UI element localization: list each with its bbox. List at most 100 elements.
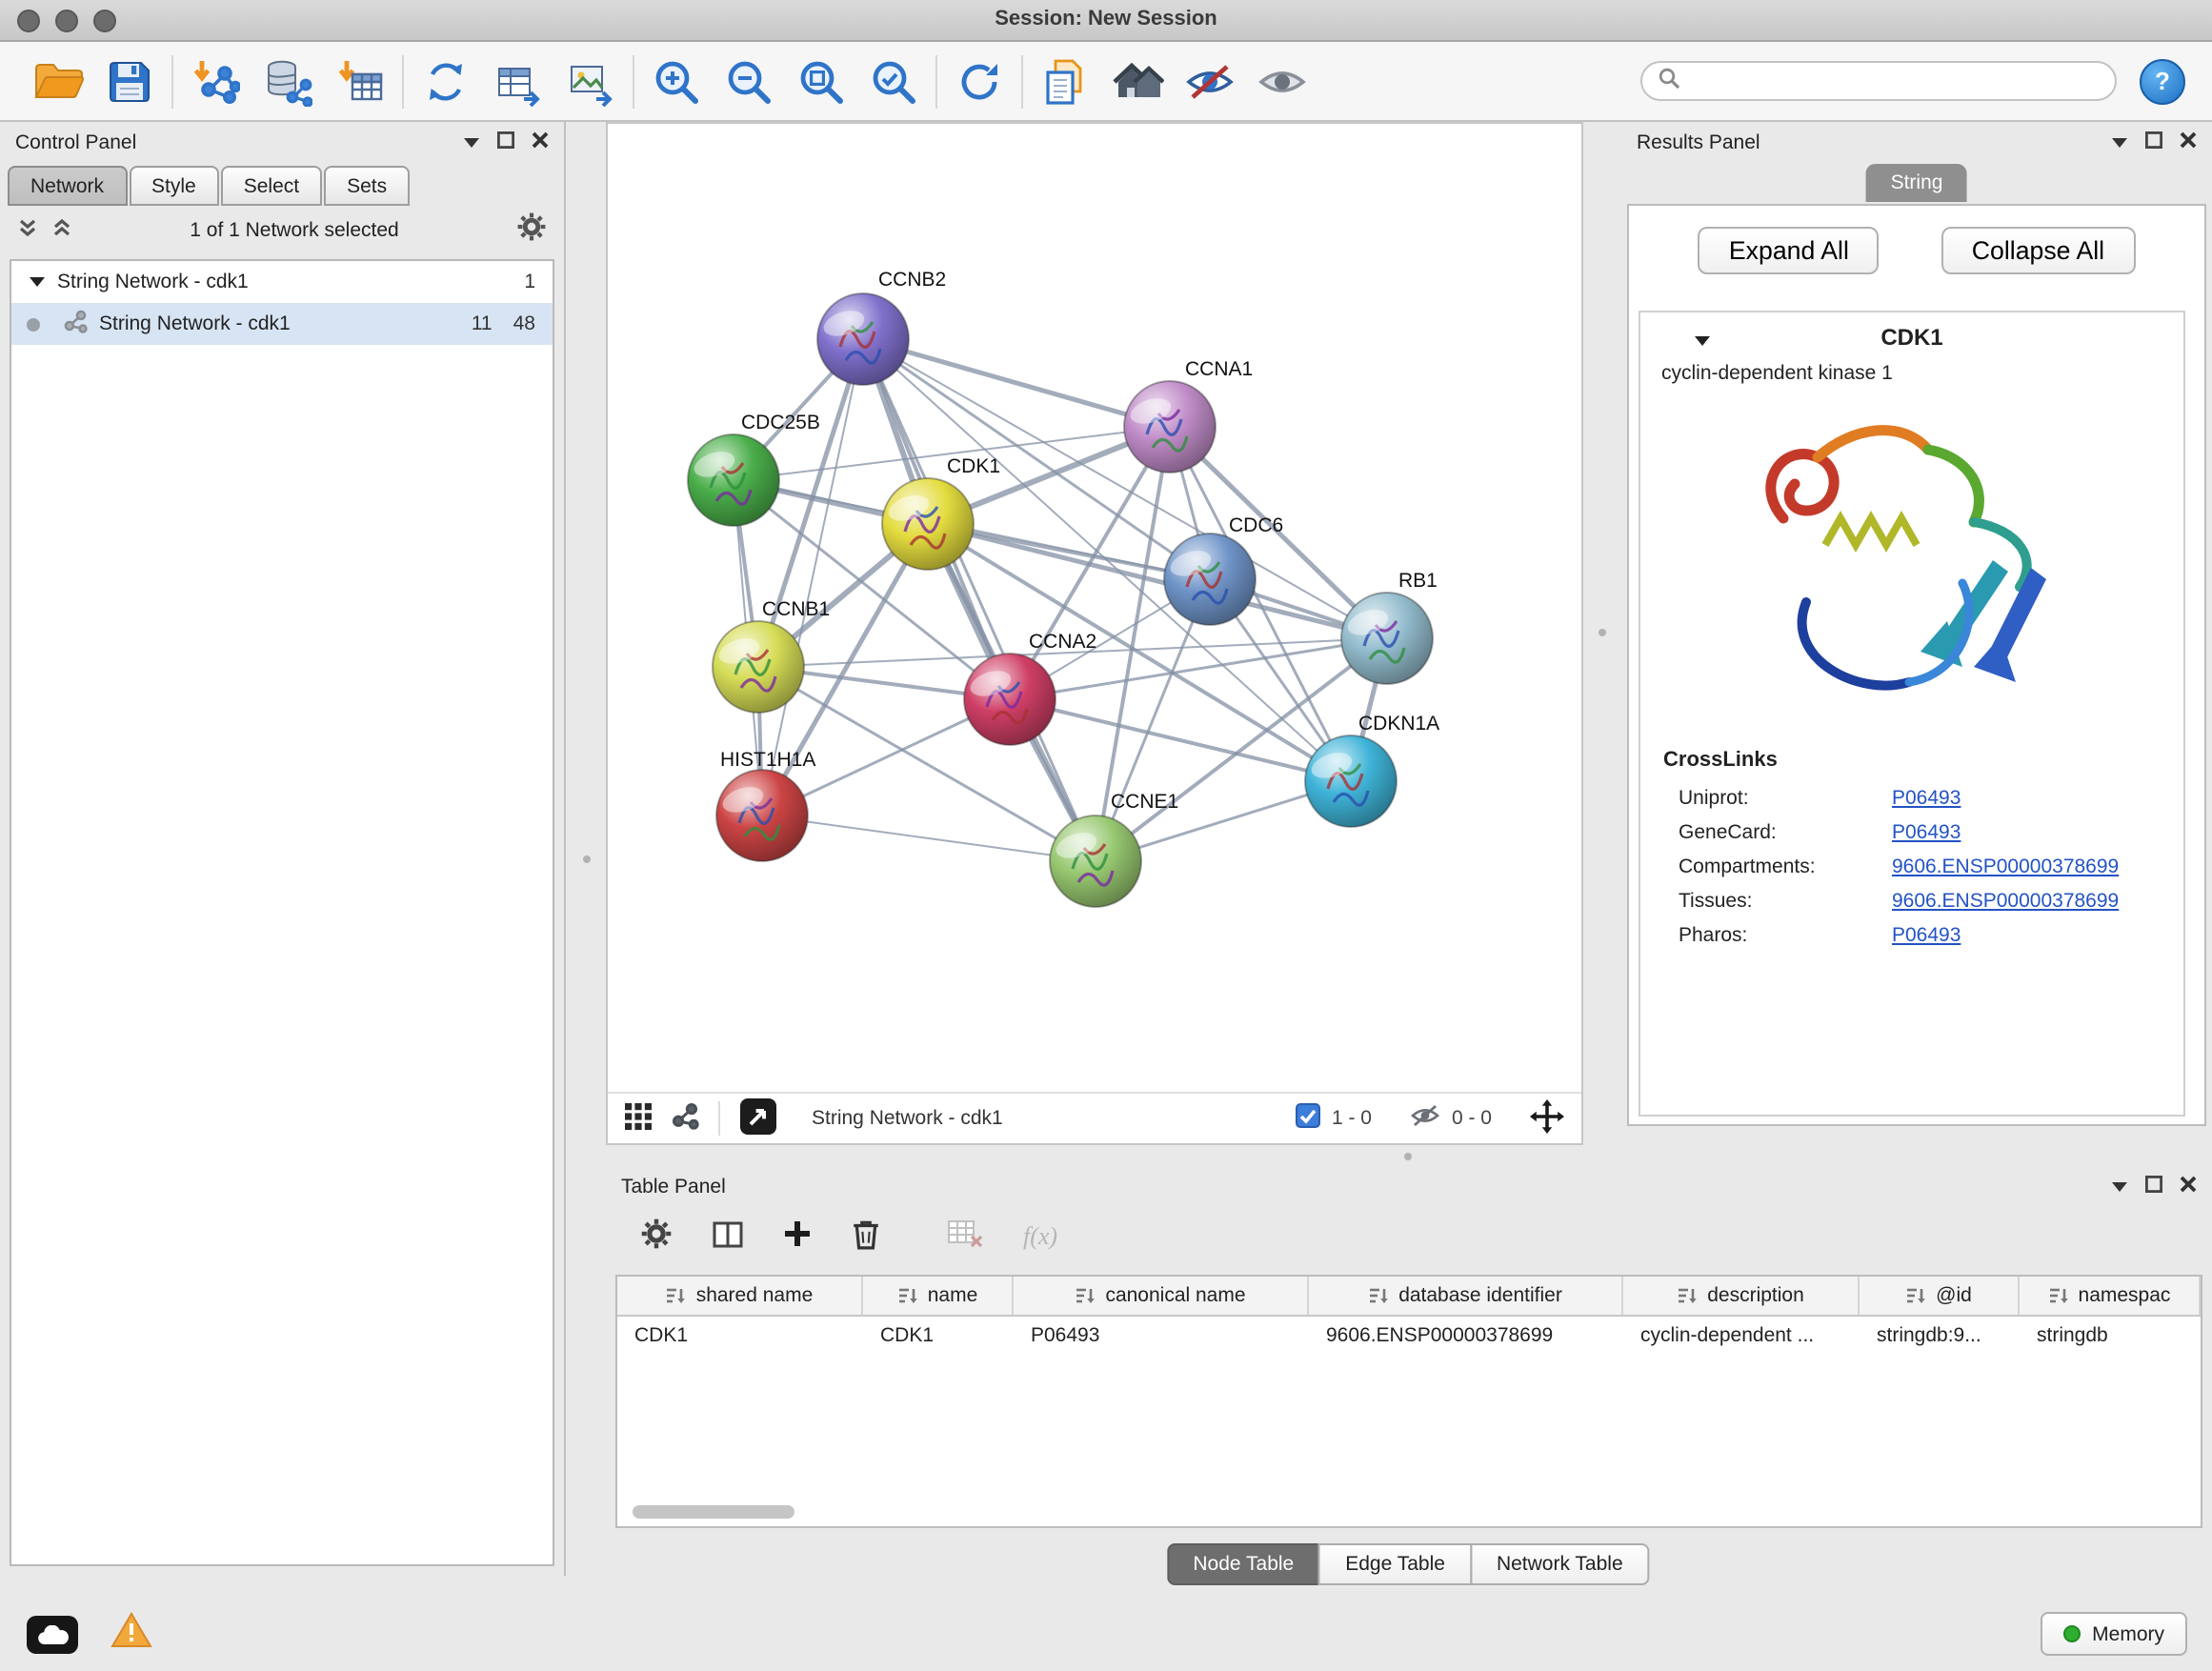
column-header[interactable]: shared name bbox=[617, 1277, 863, 1315]
crosslink-row: GeneCard: P06493 bbox=[1640, 815, 2183, 850]
float-panel-icon[interactable] bbox=[463, 131, 480, 154]
import-table-file-icon[interactable] bbox=[332, 52, 389, 110]
export-image-icon[interactable] bbox=[562, 52, 619, 110]
expand-all-button[interactable]: Expand All bbox=[1699, 227, 1880, 274]
table-header-row: shared name name canonical name database… bbox=[617, 1277, 2201, 1317]
show-columns-icon[interactable] bbox=[713, 1218, 743, 1255]
copy-document-icon[interactable] bbox=[1036, 52, 1094, 110]
tissues-link[interactable]: 9606.ENSP00000378699 bbox=[1892, 890, 2119, 913]
import-network-database-icon[interactable] bbox=[259, 52, 316, 110]
delete-column-trash-icon[interactable] bbox=[852, 1218, 880, 1256]
collection-caret-icon[interactable] bbox=[29, 271, 46, 293]
birdseye-view-icon[interactable] bbox=[739, 1097, 777, 1140]
pharos-link[interactable]: P06493 bbox=[1892, 924, 1961, 947]
help-button[interactable]: ? bbox=[2140, 58, 2185, 104]
protein-description: cyclin-dependent kinase 1 bbox=[1640, 360, 2183, 385]
network-row[interactable]: String Network - cdk1 11 48 bbox=[11, 303, 553, 345]
window-title: Session: New Session bbox=[0, 8, 2212, 30]
collapse-all-button[interactable]: Collapse All bbox=[1941, 227, 2135, 274]
tab-edge-table[interactable]: Edge Table bbox=[1318, 1543, 1472, 1585]
main-toolbar: ? bbox=[0, 42, 2212, 122]
open-session-icon[interactable] bbox=[29, 52, 86, 110]
float-results-icon[interactable] bbox=[2111, 131, 2128, 154]
string-results-content: Expand All Collapse All CDK1 cyclin-depe… bbox=[1627, 204, 2206, 1126]
genecard-link[interactable]: P06493 bbox=[1892, 821, 1961, 844]
column-header[interactable]: @id bbox=[1860, 1277, 2020, 1315]
collapse-all-networks-icon[interactable] bbox=[17, 216, 38, 243]
network-view-footer: String Network - cdk1 1 - 0 bbox=[608, 1092, 1581, 1143]
close-table-icon[interactable] bbox=[2180, 1176, 2197, 1198]
cloud-status-icon[interactable] bbox=[27, 1616, 78, 1654]
tab-node-table[interactable]: Node Table bbox=[1166, 1543, 1320, 1585]
network-options-gear-icon[interactable] bbox=[516, 211, 547, 248]
pan-move-icon[interactable] bbox=[1530, 1098, 1564, 1138]
selected-checkbox-icon[interactable] bbox=[1296, 1103, 1320, 1134]
search-icon bbox=[1658, 67, 1680, 95]
maximize-results-icon[interactable] bbox=[2145, 131, 2162, 154]
maximize-table-icon[interactable] bbox=[2145, 1176, 2162, 1198]
column-header[interactable]: namespac bbox=[2020, 1277, 2201, 1315]
svg-text:HIST1H1A: HIST1H1A bbox=[720, 749, 815, 771]
clear-table-icon[interactable] bbox=[947, 1219, 983, 1254]
add-column-plus-icon[interactable] bbox=[783, 1219, 812, 1254]
maximize-panel-icon[interactable] bbox=[497, 131, 514, 154]
bottom-splitter-handle[interactable] bbox=[1404, 1153, 1412, 1160]
protein-name: CDK1 bbox=[1880, 323, 1942, 350]
svg-text:CCNB2: CCNB2 bbox=[878, 269, 946, 291]
selection-indicator: 1 - 0 bbox=[1332, 1107, 1372, 1130]
table-row[interactable]: CDK1 CDK1 P06493 9606.ENSP00000378699 cy… bbox=[617, 1317, 2201, 1357]
close-results-icon[interactable] bbox=[2180, 131, 2197, 154]
import-network-file-icon[interactable] bbox=[187, 52, 244, 110]
compartments-link[interactable]: 9606.ENSP00000378699 bbox=[1892, 856, 2119, 878]
network-graph[interactable]: CCNB2CCNA1CDC25BCDK1CDC6RB1CCNB1CCNA2CDK… bbox=[608, 124, 1585, 1092]
svg-text:RB1: RB1 bbox=[1398, 570, 1438, 592]
warning-icon[interactable] bbox=[111, 1612, 152, 1654]
clone-network-icon[interactable] bbox=[417, 52, 474, 110]
zoom-out-icon[interactable] bbox=[720, 52, 777, 110]
hide-selected-eye-icon[interactable] bbox=[1181, 52, 1238, 110]
zoom-fit-icon[interactable] bbox=[793, 52, 850, 110]
table-settings-gear-icon[interactable] bbox=[640, 1218, 673, 1256]
column-header[interactable]: description bbox=[1623, 1277, 1860, 1315]
column-header[interactable]: name bbox=[863, 1277, 1014, 1315]
tab-sets[interactable]: Sets bbox=[324, 166, 410, 206]
column-header[interactable]: database identifier bbox=[1309, 1277, 1623, 1315]
edit-table-icon[interactable] bbox=[490, 52, 547, 110]
title-bar: Session: New Session bbox=[0, 0, 2212, 42]
show-all-eye-icon[interactable] bbox=[1254, 52, 1311, 110]
tab-string[interactable]: String bbox=[1866, 164, 1968, 202]
save-session-icon[interactable] bbox=[101, 52, 158, 110]
home-icon[interactable] bbox=[1109, 52, 1166, 110]
memory-button[interactable]: Memory bbox=[2041, 1612, 2187, 1656]
network-collection-row[interactable]: String Network - cdk1 1 bbox=[11, 261, 553, 303]
right-splitter-handle[interactable] bbox=[1599, 629, 1606, 636]
uniprot-link[interactable]: P06493 bbox=[1892, 787, 1961, 810]
tab-style[interactable]: Style bbox=[129, 166, 219, 206]
tab-network-table[interactable]: Network Table bbox=[1470, 1543, 1650, 1585]
protein-card-caret-icon[interactable] bbox=[1694, 330, 1711, 352]
crosslink-row: Compartments: 9606.ENSP00000378699 bbox=[1640, 850, 2183, 884]
crosslink-row: Uniprot: P06493 bbox=[1640, 781, 2183, 815]
float-table-icon[interactable] bbox=[2111, 1176, 2128, 1198]
grid-view-icon[interactable] bbox=[625, 1102, 652, 1135]
toolbar-search-box[interactable] bbox=[1640, 61, 2117, 101]
expand-all-networks-icon[interactable] bbox=[51, 216, 72, 243]
search-input[interactable] bbox=[1690, 70, 2100, 91]
zoom-selected-icon[interactable] bbox=[865, 52, 922, 110]
table-toolbar: f(x) bbox=[606, 1208, 2212, 1265]
function-builder-icon[interactable]: f(x) bbox=[1023, 1221, 1057, 1252]
left-splitter-handle[interactable] bbox=[583, 856, 591, 863]
refresh-network-icon[interactable] bbox=[951, 52, 1008, 110]
tab-network[interactable]: Network bbox=[8, 166, 127, 206]
tab-select[interactable]: Select bbox=[221, 166, 322, 206]
network-share-icon[interactable] bbox=[671, 1101, 699, 1136]
collection-label: String Network - cdk1 bbox=[57, 271, 249, 293]
zoom-in-icon[interactable] bbox=[648, 52, 705, 110]
network-view[interactable]: CCNB2CCNA1CDC25BCDK1CDC6RB1CCNB1CCNA2CDK… bbox=[606, 122, 1583, 1145]
svg-text:CDC6: CDC6 bbox=[1229, 514, 1283, 536]
close-panel-icon[interactable] bbox=[532, 131, 549, 154]
hidden-indicator: 0 - 0 bbox=[1452, 1107, 1492, 1130]
horizontal-scrollbar[interactable] bbox=[633, 1505, 794, 1519]
hidden-eye-slash-icon[interactable] bbox=[1410, 1103, 1440, 1134]
column-header[interactable]: canonical name bbox=[1014, 1277, 1309, 1315]
